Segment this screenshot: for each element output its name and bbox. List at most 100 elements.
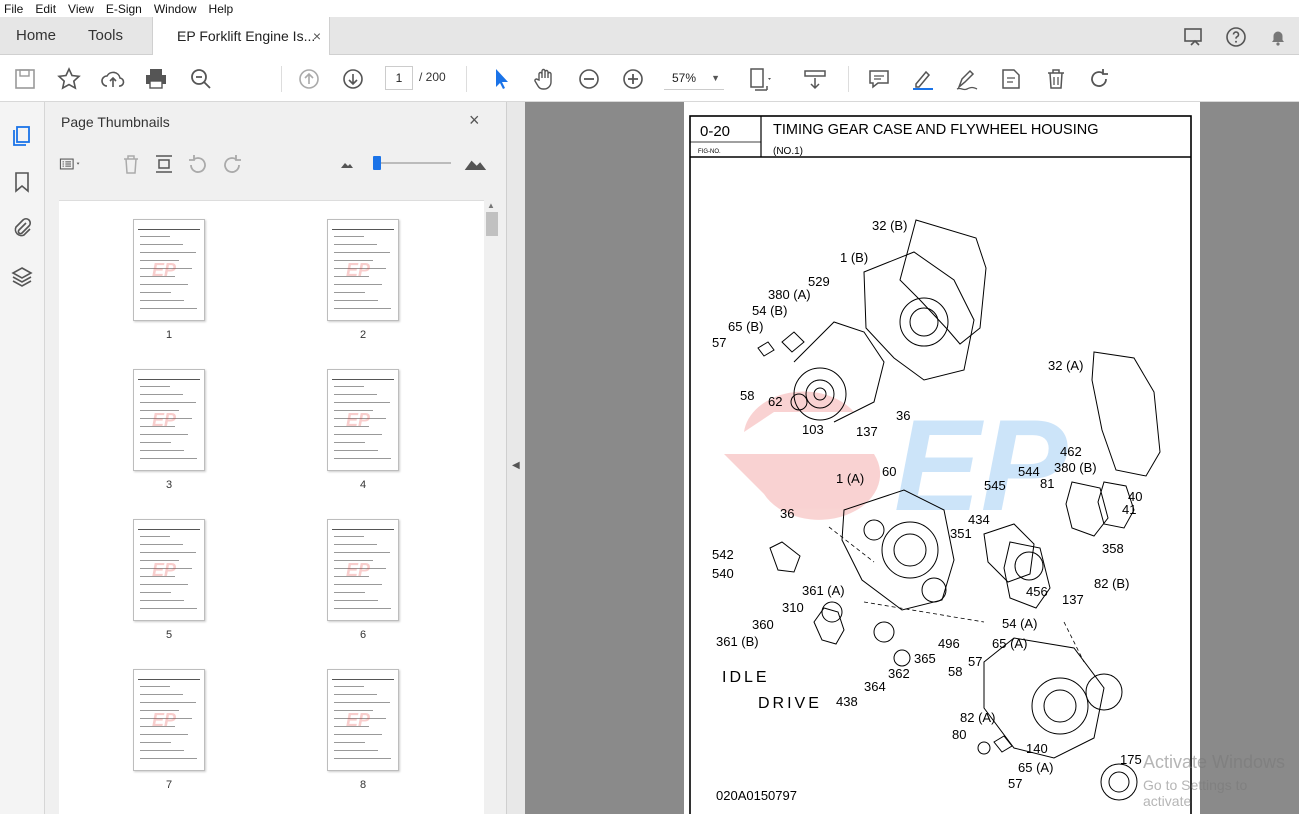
page-thumbnail[interactable]: EP bbox=[327, 219, 399, 321]
thumbnails-scrollbar[interactable]: ▲ bbox=[484, 200, 500, 814]
document-code: 020A0150797 bbox=[716, 788, 797, 803]
part-label: 65 (A) bbox=[1018, 760, 1053, 775]
save-icon[interactable] bbox=[12, 66, 38, 92]
menu-file[interactable]: File bbox=[4, 2, 23, 16]
activate-windows-hint: Go to Settings to activate bbox=[1143, 777, 1248, 809]
zoom-out-icon[interactable] bbox=[576, 66, 602, 92]
page-thumbnail[interactable]: EP bbox=[327, 369, 399, 471]
part-label: 529 bbox=[808, 274, 830, 289]
zoom-level-select[interactable]: 57% ▼ bbox=[664, 66, 724, 90]
page-thumbnail[interactable]: EP bbox=[327, 669, 399, 771]
attachments-paperclip-icon[interactable] bbox=[10, 216, 34, 240]
part-label: 32 (B) bbox=[872, 218, 907, 233]
share-screen-icon[interactable] bbox=[1182, 25, 1206, 49]
scrollbar-thumb[interactable] bbox=[486, 212, 498, 236]
page-thumbnails-icon[interactable] bbox=[10, 124, 34, 148]
part-label: 57 bbox=[1008, 776, 1022, 791]
comment-icon[interactable] bbox=[866, 66, 892, 92]
part-label: 540 bbox=[712, 566, 734, 581]
delete-page-icon[interactable] bbox=[119, 152, 143, 176]
parts-diagram: EP 0-20 FIG-NO. TIMING GEAR CASE AND FLY… bbox=[689, 115, 1192, 814]
figure-title: TIMING GEAR CASE AND FLYWHEEL HOUSING bbox=[773, 122, 1099, 138]
scroll-mode-icon[interactable] bbox=[802, 66, 828, 92]
menu-edit[interactable]: Edit bbox=[35, 2, 56, 16]
part-label: 32 (A) bbox=[1048, 358, 1083, 373]
part-label: 60 bbox=[882, 464, 896, 479]
thumbnail-size-slider-handle[interactable] bbox=[373, 156, 381, 170]
small-thumbnails-icon[interactable] bbox=[335, 152, 359, 176]
part-label: 65 (A) bbox=[992, 636, 1027, 651]
page-thumbnail[interactable]: EP bbox=[327, 519, 399, 621]
part-label: 58 bbox=[948, 664, 962, 679]
bookmarks-icon[interactable] bbox=[10, 170, 34, 194]
page-thumbnail[interactable]: EP bbox=[133, 519, 205, 621]
part-label: 380 (B) bbox=[1054, 460, 1097, 475]
layers-icon[interactable] bbox=[10, 265, 34, 289]
part-label: DRIVE bbox=[758, 695, 822, 712]
tab-document[interactable]: EP Forklift Engine Is... × bbox=[152, 17, 330, 56]
next-page-icon[interactable] bbox=[340, 66, 366, 92]
tab-document-label: EP Forklift Engine Is... bbox=[177, 28, 316, 44]
rotate-counterclockwise-icon[interactable] bbox=[186, 152, 210, 176]
panel-close-icon[interactable]: × bbox=[469, 110, 480, 131]
thumbnail-page-number: 8 bbox=[359, 779, 367, 791]
panel-title: Page Thumbnails bbox=[61, 114, 170, 130]
page-total: / 200 bbox=[419, 70, 446, 84]
page-number-input[interactable]: 1 bbox=[385, 66, 413, 90]
part-label: 57 bbox=[968, 654, 982, 669]
menu-view[interactable]: View bbox=[68, 2, 94, 16]
part-label: 310 bbox=[782, 600, 804, 615]
insert-page-icon[interactable] bbox=[152, 152, 176, 176]
large-thumbnails-icon[interactable] bbox=[463, 152, 487, 176]
part-label: 82 (A) bbox=[960, 710, 995, 725]
page-fit-icon[interactable] bbox=[746, 66, 772, 92]
previous-page-icon[interactable] bbox=[296, 66, 322, 92]
part-label: 361 (B) bbox=[716, 634, 759, 649]
scroll-up-icon[interactable]: ▲ bbox=[487, 201, 495, 210]
part-label: 361 (A) bbox=[802, 583, 845, 598]
tab-home[interactable]: Home bbox=[16, 17, 56, 55]
tab-close-icon[interactable]: × bbox=[313, 17, 321, 55]
print-icon[interactable] bbox=[143, 66, 169, 92]
select-cursor-icon[interactable] bbox=[488, 66, 514, 92]
rotate-icon[interactable] bbox=[1086, 66, 1112, 92]
part-label: 58 bbox=[740, 388, 754, 403]
page-thumbnail[interactable]: EP bbox=[133, 219, 205, 321]
menu-help[interactable]: Help bbox=[209, 2, 234, 16]
menu-esign[interactable]: E-Sign bbox=[106, 2, 142, 16]
part-label: 137 bbox=[856, 424, 878, 439]
document-viewer[interactable]: EP 0-20 FIG-NO. TIMING GEAR CASE AND FLY… bbox=[525, 102, 1299, 814]
toolbar-separator bbox=[848, 66, 849, 92]
part-label: 1 (A) bbox=[836, 471, 864, 486]
part-label: 544 bbox=[1018, 464, 1040, 479]
thumbnail-page-number: 4 bbox=[359, 479, 367, 491]
draw-pen-icon[interactable] bbox=[954, 66, 980, 92]
thumbnail-size-slider-track[interactable] bbox=[373, 162, 451, 164]
thumbnails-list: EP 1 EP 2 EP 3 EP 4 EP 5 EP 6 EP 7 EP 8 bbox=[59, 200, 486, 814]
thumbnail-options-icon[interactable] bbox=[59, 152, 83, 176]
part-label: 54 (A) bbox=[1002, 616, 1037, 631]
notifications-bell-icon[interactable] bbox=[1266, 25, 1290, 49]
part-label: 380 (A) bbox=[768, 287, 811, 302]
bookmark-star-icon[interactable] bbox=[56, 66, 82, 92]
panel-splitter[interactable]: ◀ bbox=[507, 102, 525, 814]
help-icon[interactable] bbox=[1224, 25, 1248, 49]
thumbnail-page-number: 6 bbox=[359, 629, 367, 641]
cloud-upload-icon[interactable] bbox=[100, 66, 126, 92]
page-thumbnail[interactable]: EP bbox=[133, 669, 205, 771]
edit-text-icon[interactable] bbox=[998, 66, 1024, 92]
delete-trash-icon[interactable] bbox=[1043, 66, 1069, 92]
document-page: EP 0-20 FIG-NO. TIMING GEAR CASE AND FLY… bbox=[684, 102, 1200, 814]
hand-tool-icon[interactable] bbox=[532, 66, 558, 92]
part-label: 362 bbox=[888, 666, 910, 681]
search-zoom-icon[interactable] bbox=[188, 66, 214, 92]
toolbar-separator bbox=[281, 66, 282, 92]
collapse-panel-icon[interactable]: ◀ bbox=[512, 460, 520, 471]
menu-window[interactable]: Window bbox=[154, 2, 197, 16]
highlight-pen-icon[interactable] bbox=[910, 66, 936, 92]
page-thumbnail[interactable]: EP bbox=[133, 369, 205, 471]
zoom-in-icon[interactable] bbox=[620, 66, 646, 92]
tab-tools[interactable]: Tools bbox=[88, 17, 123, 55]
rotate-clockwise-icon[interactable] bbox=[220, 152, 244, 176]
part-label: 434 bbox=[968, 512, 990, 527]
